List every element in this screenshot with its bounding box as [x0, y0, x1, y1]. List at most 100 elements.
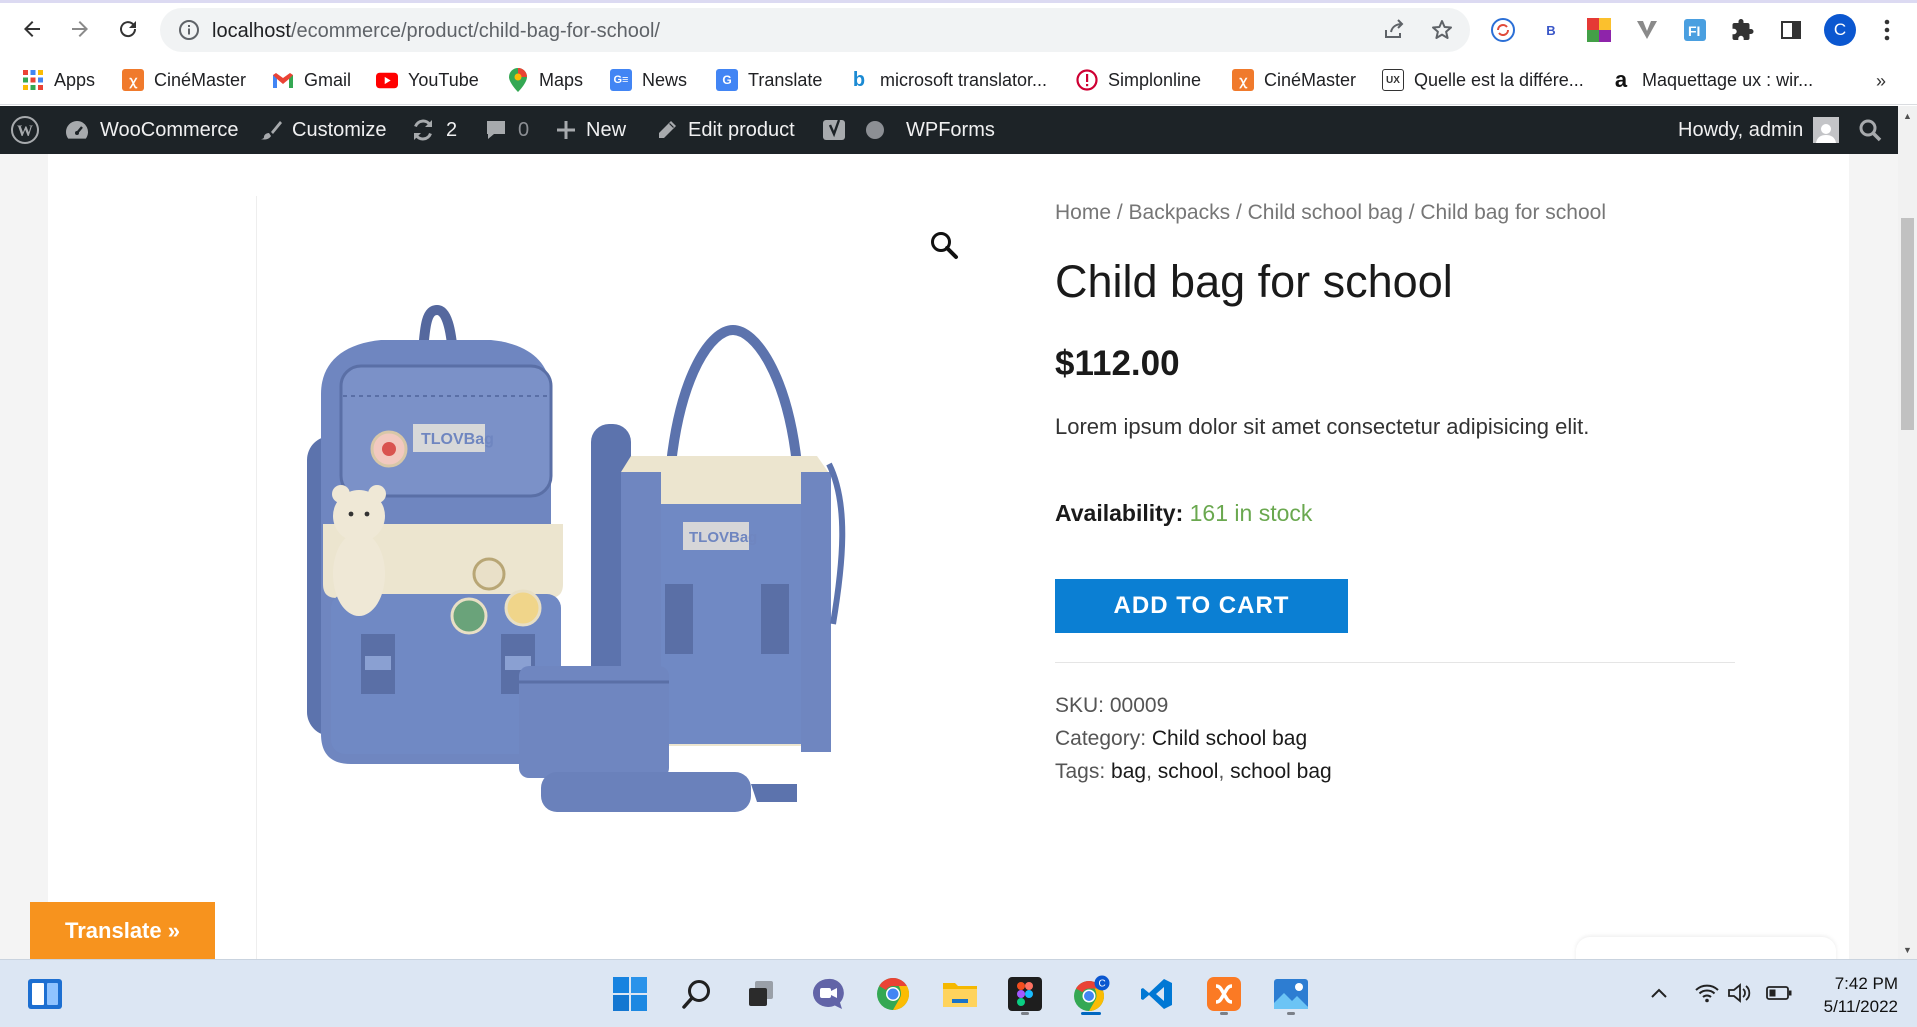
- product-tags: Tags: bag, school, school bag: [1055, 760, 1332, 784]
- share-icon: [1385, 19, 1404, 38]
- wpforms-menu[interactable]: WPForms: [906, 106, 995, 154]
- product-image[interactable]: TLOVBag TLOVBag: [261, 304, 991, 824]
- side-panel-button[interactable]: [1776, 15, 1806, 45]
- widgets-button[interactable]: [24, 973, 66, 1015]
- file-explorer-button[interactable]: [939, 973, 981, 1015]
- chat-widget-tab[interactable]: [1576, 937, 1836, 959]
- gmail-icon: [272, 69, 294, 91]
- chrome-active-icon: C: [1074, 975, 1110, 1011]
- bookmark-youtube[interactable]: YouTube: [376, 63, 479, 97]
- page-scrollbar[interactable]: ▲ ▼: [1898, 106, 1917, 959]
- xampp-icon: ꭓ: [1232, 69, 1254, 91]
- add-to-cart-button[interactable]: ADD TO CART: [1055, 579, 1348, 633]
- scroll-up-arrow[interactable]: ▲: [1902, 110, 1913, 121]
- tag-link-bag[interactable]: bag: [1111, 760, 1146, 783]
- v-extension-button[interactable]: [1632, 15, 1662, 45]
- site-info-icon[interactable]: [178, 19, 200, 41]
- translate-widget-button[interactable]: Translate »: [30, 902, 215, 959]
- xampp-button[interactable]: [1203, 973, 1245, 1015]
- yoast-seo-menu[interactable]: [822, 106, 848, 154]
- tag-link-school[interactable]: school: [1158, 760, 1219, 783]
- my-account-menu[interactable]: Howdy, admin: [1678, 106, 1840, 154]
- hidden-icons-button[interactable]: [1646, 980, 1672, 1006]
- address-bar[interactable]: localhost/ecommerce/product/child-bag-fo…: [160, 8, 1470, 52]
- new-content-menu[interactable]: New: [556, 106, 626, 154]
- browser-menu-button[interactable]: [1872, 15, 1902, 45]
- figma-button[interactable]: [1004, 973, 1046, 1015]
- woocommerce-menu[interactable]: WooCommerce: [64, 106, 239, 154]
- bookmark-news[interactable]: G≡ News: [610, 63, 687, 97]
- bookmark-simplonline[interactable]: Simplonline: [1076, 63, 1201, 97]
- system-clock[interactable]: 7:42 PM 5/11/2022: [1808, 972, 1898, 1018]
- battery-button[interactable]: [1766, 980, 1792, 1006]
- start-button[interactable]: [609, 973, 651, 1015]
- status-dot-icon: [866, 121, 884, 139]
- maps-icon: [507, 68, 529, 92]
- scroll-thumb[interactable]: [1901, 218, 1914, 430]
- volume-button[interactable]: [1726, 980, 1752, 1006]
- search-icon: [1859, 119, 1882, 142]
- chrome-active-button[interactable]: C: [1070, 973, 1112, 1015]
- updates-menu[interactable]: 2: [410, 106, 457, 154]
- network-button[interactable]: [1694, 980, 1720, 1006]
- customize-menu[interactable]: Customize: [260, 106, 386, 154]
- profile-avatar-button[interactable]: C: [1824, 14, 1856, 46]
- breadcrumb-backpacks-link[interactable]: Backpacks: [1129, 201, 1231, 224]
- gallery-zoom-button[interactable]: [929, 230, 959, 265]
- forward-button[interactable]: [62, 11, 98, 47]
- admin-search-button[interactable]: [1858, 106, 1882, 154]
- sync-icon: [1491, 18, 1515, 42]
- reload-button[interactable]: [110, 11, 146, 47]
- bookmark-translate[interactable]: G Translate: [716, 63, 822, 97]
- vscode-button[interactable]: [1136, 973, 1178, 1015]
- plus-icon: [556, 120, 576, 140]
- colorful-extension-button[interactable]: [1584, 15, 1614, 45]
- updates-refresh-icon: [410, 117, 436, 143]
- scroll-down-arrow[interactable]: ▼: [1902, 944, 1913, 955]
- dashboard-gauge-icon: [64, 119, 90, 141]
- comment-bubble-icon: [484, 119, 508, 141]
- bookmark-cinemaster-1[interactable]: ꭓ CinéMaster: [122, 63, 246, 97]
- bookmark-maps[interactable]: Maps: [507, 63, 583, 97]
- bookmarks-bar: Apps ꭓ CinéMaster Gmail YouTube Maps G≡: [0, 57, 1917, 105]
- url-text[interactable]: localhost/ecommerce/product/child-bag-fo…: [212, 20, 660, 43]
- fi-extension-button[interactable]: FI: [1680, 15, 1710, 45]
- breadcrumb-separator: /: [1408, 201, 1421, 224]
- comments-menu[interactable]: 0: [484, 106, 529, 154]
- category-label: Category:: [1055, 727, 1147, 750]
- back-button[interactable]: [14, 11, 50, 47]
- bookmark-label: Translate: [748, 69, 823, 90]
- bookmark-cinemaster-2[interactable]: ꭓ CinéMaster: [1232, 63, 1356, 97]
- bookmark-maquettage[interactable]: a Maquettage ux : wir...: [1610, 63, 1813, 97]
- sync-extension-button[interactable]: [1488, 15, 1518, 45]
- sku-label: SKU:: [1055, 694, 1105, 717]
- url-path: /ecommerce/product/child-bag-for-school/: [290, 20, 660, 42]
- search-button[interactable]: [676, 973, 718, 1015]
- tag-link-school-bag[interactable]: school bag: [1230, 760, 1332, 783]
- breadcrumb-category-link[interactable]: Child school bag: [1248, 201, 1403, 224]
- breadcrumb-home-link[interactable]: Home: [1055, 201, 1111, 224]
- bookmark-gmail[interactable]: Gmail: [272, 63, 351, 97]
- bookmark-quelle-est[interactable]: UX Quelle est la différe...: [1382, 63, 1584, 97]
- sidepanel-icon: [1781, 21, 1801, 39]
- product-price: $112.00: [1055, 344, 1180, 383]
- chrome-taskbar-button[interactable]: [872, 973, 914, 1015]
- more-bookmarks-button[interactable]: »: [1876, 71, 1886, 92]
- photos-button[interactable]: [1270, 973, 1312, 1015]
- bookmark-label: CinéMaster: [1264, 69, 1357, 90]
- fi-extension-icon: FI: [1684, 19, 1706, 41]
- colorful-extension-icon: [1587, 18, 1611, 42]
- bookmark-star-button[interactable]: [1430, 18, 1454, 42]
- edit-product-link[interactable]: Edit product: [656, 106, 795, 154]
- task-view-button[interactable]: [740, 973, 782, 1015]
- extensions-button[interactable]: [1728, 15, 1758, 45]
- bookmark-apps[interactable]: Apps: [22, 63, 95, 97]
- teams-chat-button[interactable]: [807, 973, 849, 1015]
- category-link[interactable]: Child school bag: [1152, 727, 1307, 750]
- bookmark-microsoft-translator[interactable]: b microsoft translator...: [848, 63, 1047, 97]
- wp-logo-button[interactable]: W: [10, 106, 40, 154]
- breadcrumb-separator: /: [1116, 201, 1129, 224]
- simplonline-icon: [1076, 69, 1098, 91]
- share-button[interactable]: [1382, 18, 1406, 42]
- b-extension-button[interactable]: B: [1536, 15, 1566, 45]
